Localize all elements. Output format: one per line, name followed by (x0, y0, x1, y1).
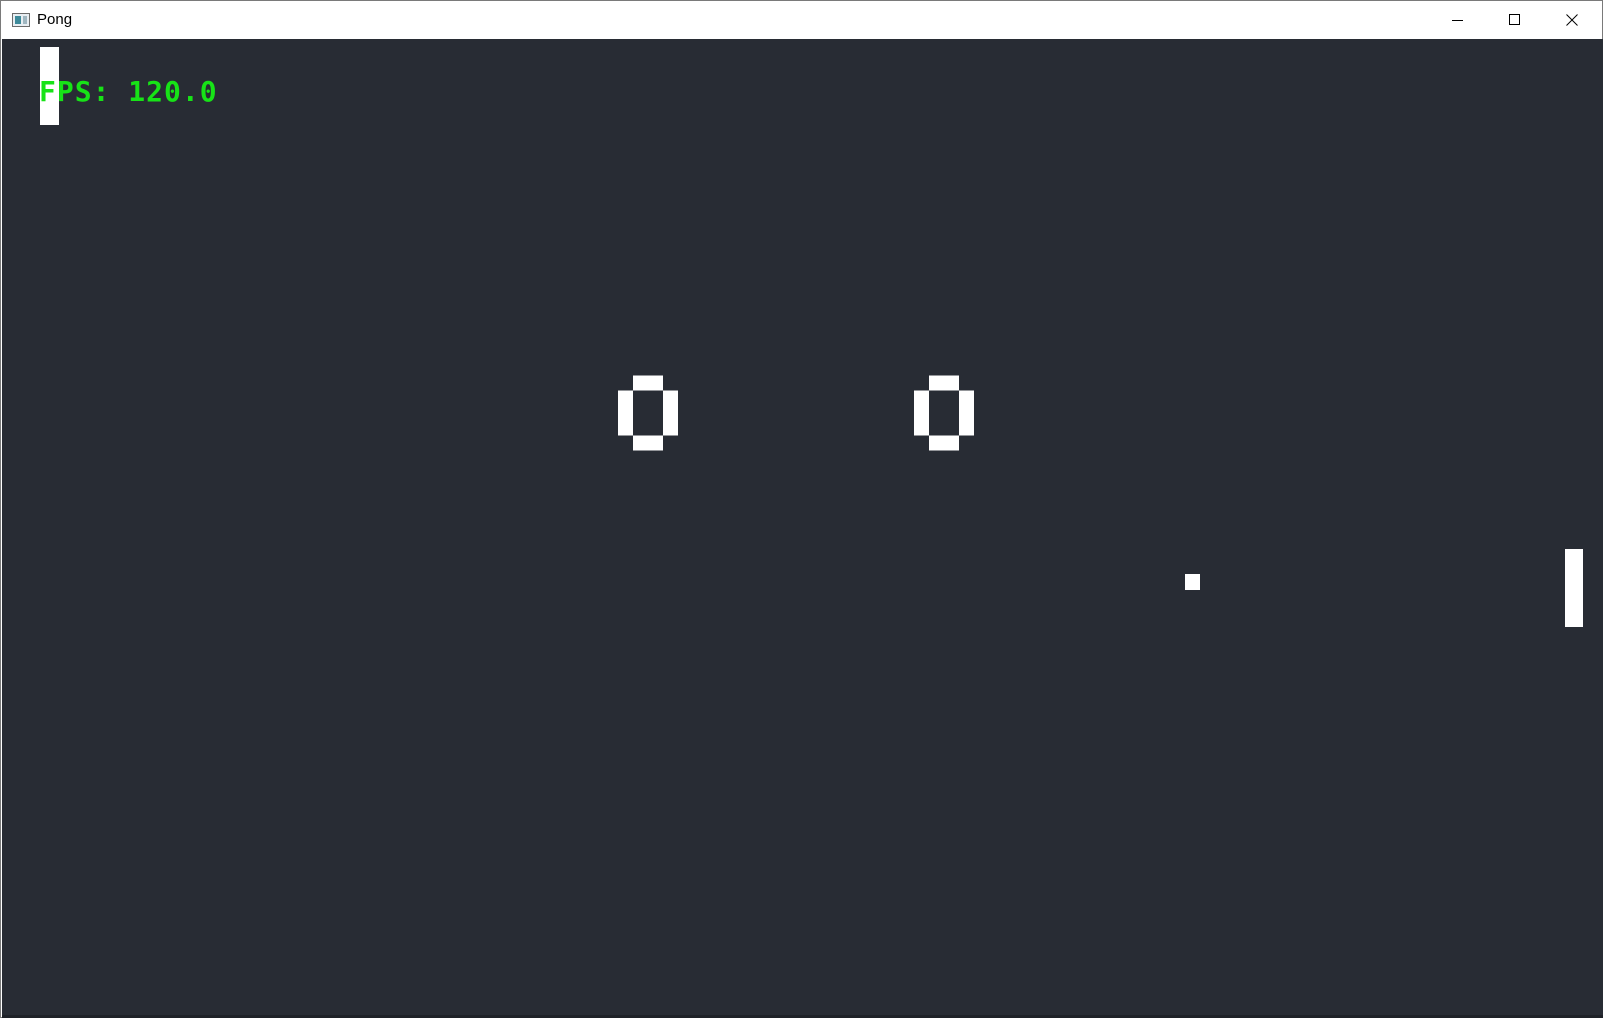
window-title: Pong (37, 11, 73, 28)
maximize-icon (1509, 14, 1520, 25)
minimize-button[interactable] (1430, 1, 1487, 39)
left-score: 0 (618, 373, 678, 453)
right-paddle (1565, 549, 1583, 627)
left-score-glyph (618, 375, 678, 451)
ball (1185, 574, 1200, 590)
right-score-value: 0 (914, 373, 915, 374)
left-score-value: 0 (618, 373, 619, 374)
close-button[interactable] (1544, 1, 1601, 39)
right-score-glyph (914, 375, 974, 451)
title-bar[interactable]: Pong (1, 1, 1602, 39)
fps-counter: FPS: 120.0 (39, 75, 218, 108)
maximize-button[interactable] (1487, 1, 1544, 39)
right-score: 0 (914, 373, 974, 453)
pong-window: Pong FPS: 120.0 0 (0, 0, 1603, 1018)
app-window-icon (12, 13, 30, 27)
minimize-icon (1452, 20, 1463, 21)
close-icon (1566, 14, 1578, 26)
game-canvas[interactable]: FPS: 120.0 0 0 (2, 39, 1603, 1018)
